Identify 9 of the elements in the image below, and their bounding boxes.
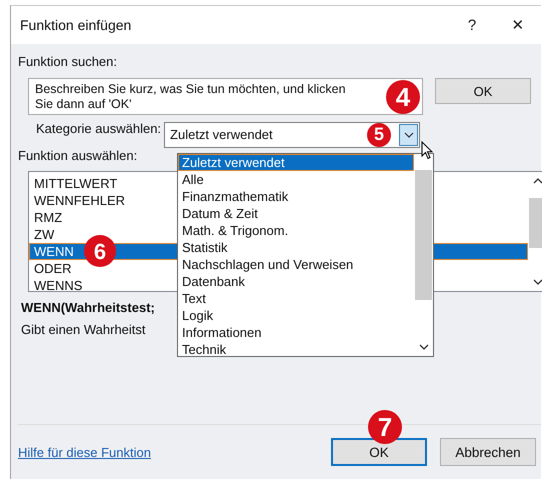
window-title: Funktion einfügen	[20, 17, 132, 33]
step-number-badge: 6	[84, 235, 116, 267]
function-label: Funktion auswählen:	[18, 148, 138, 163]
function-syntax: WENN(Wahrheitstest;	[21, 300, 155, 315]
function-description: Gibt einen Wahrheitst	[21, 322, 146, 337]
step-number-badge: 5	[367, 122, 392, 146]
category-label: Kategorie auswählen:	[36, 121, 162, 136]
step-number-badge: 7	[368, 410, 402, 444]
search-label: Funktion suchen:	[18, 54, 118, 69]
